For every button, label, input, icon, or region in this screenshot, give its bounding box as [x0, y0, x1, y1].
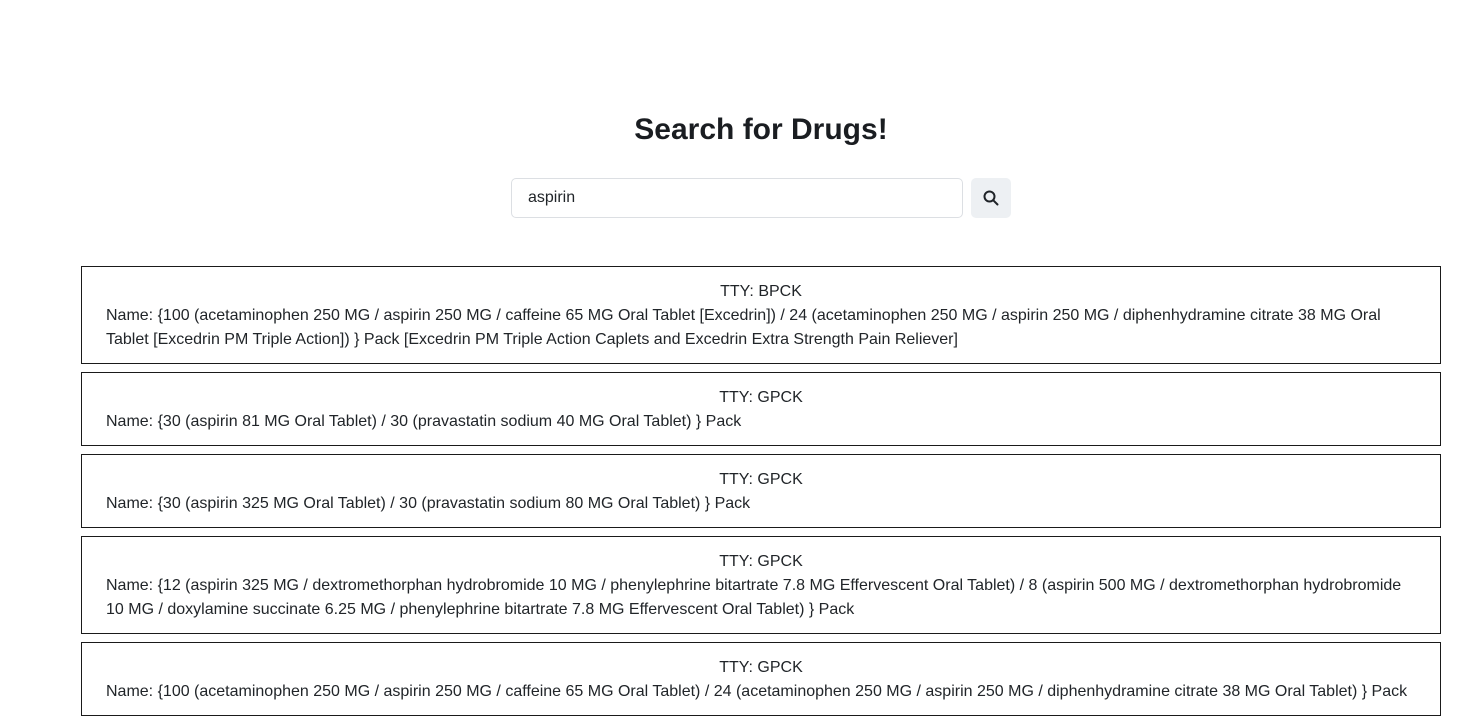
result-tty: TTY: GPCK [719, 389, 803, 406]
result-tty: TTY: GPCK [719, 471, 803, 488]
search-button[interactable] [971, 178, 1011, 218]
result-card[interactable]: TTY: BPCK Name: {100 (acetaminophen 250 … [81, 266, 1441, 364]
search-input[interactable] [511, 178, 963, 218]
page: Search for Drugs! TTY: BPCK Name: {100 (… [0, 0, 1483, 722]
page-title: Search for Drugs! [634, 113, 888, 146]
result-name: Name: {100 (acetaminophen 250 MG / aspir… [106, 683, 1408, 700]
result-card[interactable]: TTY: GPCK Name: {30 (aspirin 325 MG Oral… [81, 454, 1441, 528]
result-tty: TTY: GPCK [719, 659, 803, 676]
result-tty: TTY: BPCK [720, 283, 802, 300]
search-icon [983, 190, 999, 206]
result-name: Name: {100 (acetaminophen 250 MG / aspir… [106, 307, 1381, 348]
result-card[interactable]: TTY: GPCK Name: {30 (aspirin 81 MG Oral … [81, 372, 1441, 446]
result-name: Name: {12 (aspirin 325 MG / dextromethor… [106, 577, 1402, 618]
result-tty: TTY: GPCK [719, 553, 803, 570]
result-name: Name: {30 (aspirin 81 MG Oral Tablet) / … [106, 413, 742, 430]
result-card[interactable]: TTY: GPCK Name: {12 (aspirin 325 MG / de… [81, 536, 1441, 634]
result-card[interactable]: TTY: GPCK Name: {100 (acetaminophen 250 … [81, 642, 1441, 716]
results-list: TTY: BPCK Name: {100 (acetaminophen 250 … [81, 266, 1441, 722]
result-name: Name: {30 (aspirin 325 MG Oral Tablet) /… [106, 495, 751, 512]
search-bar [511, 178, 1011, 218]
